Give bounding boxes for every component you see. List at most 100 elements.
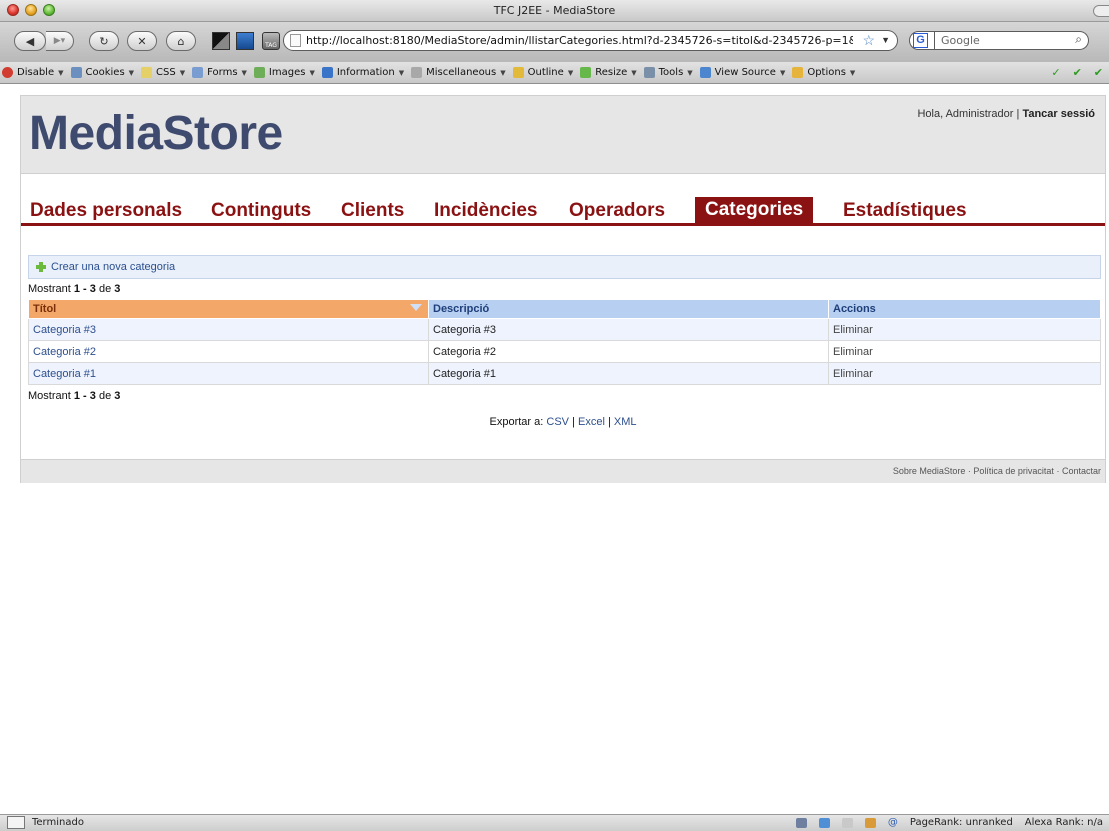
- tag-icon[interactable]: TAG: [262, 32, 280, 50]
- menu-item-5[interactable]: Operadors: [569, 199, 665, 223]
- table-row: Categoria #3 Categoria #3 Eliminar: [28, 318, 1101, 341]
- pagination-total: 3: [114, 390, 121, 402]
- address-bar[interactable]: http://localhost:8180/MediaStore/admin/l…: [283, 30, 898, 51]
- outline-icon: [512, 67, 524, 78]
- page-container: MediaStore Hola, Administrador | Tancar …: [20, 95, 1106, 483]
- wrench-icon[interactable]: [864, 817, 876, 828]
- sort-descending-icon: [410, 304, 422, 311]
- bookmark-sidebar-icon[interactable]: [236, 32, 254, 50]
- plus-icon: [36, 262, 46, 272]
- status-text: Terminado: [32, 817, 84, 828]
- disable-icon: [2, 67, 13, 78]
- cell-actions: Eliminar: [828, 318, 1101, 341]
- devbar-item-miscellaneous[interactable]: Miscellaneous ▼: [411, 67, 506, 78]
- category-title-link[interactable]: Categoria #2: [33, 346, 96, 358]
- create-category-link[interactable]: Crear una nova categoria: [51, 261, 175, 273]
- pagination-total: 3: [114, 283, 121, 295]
- history-dropdown-icon[interactable]: ▼: [881, 35, 890, 45]
- export-excel-link[interactable]: Excel: [578, 416, 605, 428]
- screen-icon[interactable]: [795, 817, 807, 828]
- user-greeting: Hola, Administrador | Tancar sessió: [917, 108, 1095, 120]
- menu-item-6[interactable]: Categories: [695, 197, 814, 223]
- reload-icon: ↻: [99, 34, 109, 48]
- greeting-separator: |: [1016, 108, 1020, 120]
- back-arrow-icon: ◀: [25, 34, 35, 48]
- export-csv-link[interactable]: CSV: [546, 416, 569, 428]
- devbar-item-forms[interactable]: Forms ▼: [192, 67, 247, 78]
- export-xml-link[interactable]: XML: [614, 416, 637, 428]
- grid-icon[interactable]: [818, 817, 830, 828]
- site-logo[interactable]: MediaStore: [29, 106, 283, 161]
- menu-item-1[interactable]: Dades personals: [30, 199, 182, 223]
- devbar-item-resize[interactable]: Resize ▼: [580, 67, 637, 78]
- devbar-item-disable[interactable]: Disable ▼: [2, 67, 64, 78]
- dropdown-arrow-icon: ▼: [398, 68, 405, 77]
- cell-description: Categoria #2: [428, 340, 829, 363]
- cell-actions: Eliminar: [828, 362, 1101, 385]
- forward-button[interactable]: ▶▾: [46, 31, 74, 51]
- search-engine-selector[interactable]: G: [909, 31, 935, 50]
- mail-icon[interactable]: [841, 817, 853, 828]
- delete-link[interactable]: Eliminar: [833, 368, 873, 380]
- forms-icon: [192, 67, 204, 78]
- pagerank-text: PageRank: unranked: [909, 817, 1013, 828]
- js-valid-icon[interactable]: ✔: [1094, 66, 1103, 79]
- column-header-title[interactable]: Títol: [28, 299, 429, 319]
- pagestyle-icon[interactable]: [212, 32, 230, 50]
- navigation-toolbar: ◀ ▶▾ ↻ ✕ ⌂ TAG http://localhost:8180/Med…: [0, 22, 1109, 62]
- logout-link[interactable]: Tancar sessió: [1022, 108, 1095, 120]
- column-header-description[interactable]: Descripció: [428, 299, 829, 319]
- menu-item-2[interactable]: Continguts: [211, 199, 311, 223]
- devbar-item-information[interactable]: Information ▼: [321, 67, 405, 78]
- category-title-link[interactable]: Categoria #3: [33, 324, 96, 336]
- menu-item-7[interactable]: Estadístiques: [843, 199, 967, 223]
- devbar-item-label: Outline: [527, 67, 564, 78]
- delete-link[interactable]: Eliminar: [833, 346, 873, 358]
- status-indicator-icon: [7, 816, 25, 829]
- about-link[interactable]: Sobre MediaStore: [893, 466, 966, 476]
- cell-actions: Eliminar: [828, 340, 1101, 363]
- toolbar-toggle-button[interactable]: [1093, 5, 1109, 17]
- search-icon[interactable]: ⌕: [1075, 32, 1082, 47]
- menu-item-4[interactable]: Incidències: [434, 199, 538, 223]
- devbar-item-images[interactable]: Images ▼: [253, 67, 315, 78]
- bookmark-star-icon[interactable]: ☆: [862, 32, 875, 49]
- options-icon: [792, 67, 804, 78]
- stop-button[interactable]: ✕: [127, 31, 157, 51]
- page-document-icon: [290, 34, 301, 47]
- html-valid-icon[interactable]: ✔: [1073, 66, 1082, 79]
- page-viewport: MediaStore Hola, Administrador | Tancar …: [0, 85, 1109, 812]
- table-header-row: Títol Descripció Accions: [28, 299, 1101, 319]
- css-valid-icon[interactable]: ✓: [1051, 66, 1060, 79]
- pagination-prefix: Mostrant: [28, 390, 71, 402]
- devbar-item-cookies[interactable]: Cookies ▼: [70, 67, 134, 78]
- back-button[interactable]: ◀: [14, 31, 46, 51]
- at-icon[interactable]: @: [888, 817, 898, 828]
- cookies-icon: [70, 67, 82, 78]
- contact-link[interactable]: Contactar: [1062, 466, 1101, 476]
- cell-description: Categoria #1: [428, 362, 829, 385]
- category-title-link[interactable]: Categoria #1: [33, 368, 96, 380]
- url-input[interactable]: http://localhost:8180/MediaStore/admin/l…: [306, 34, 853, 47]
- google-icon: G: [913, 33, 928, 48]
- devbar-item-outline[interactable]: Outline ▼: [512, 67, 573, 78]
- pagination-dash: -: [83, 390, 87, 402]
- forward-arrow-icon: ▶▾: [53, 36, 66, 46]
- menu-item-3[interactable]: Clients: [341, 199, 404, 223]
- devbar-item-label: CSS: [156, 67, 176, 78]
- footer-separator: ·: [967, 466, 971, 476]
- delete-link[interactable]: Eliminar: [833, 324, 873, 336]
- devbar-item-css[interactable]: CSS ▼: [141, 67, 185, 78]
- devbar-item-options[interactable]: Options ▼: [792, 67, 855, 78]
- devbar-item-view-source[interactable]: View Source ▼: [699, 67, 785, 78]
- categories-table: Títol Descripció Accions Categoria #3 Ca…: [28, 299, 1101, 385]
- cell-title: Categoria #1: [28, 362, 429, 385]
- reload-button[interactable]: ↻: [89, 31, 119, 51]
- view-source-icon: [699, 67, 711, 78]
- devbar-item-tools[interactable]: Tools ▼: [643, 67, 693, 78]
- window-titlebar: TFC J2EE - MediaStore: [0, 0, 1109, 22]
- footer-separator: ·: [1056, 466, 1060, 476]
- search-input[interactable]: Google ⌕: [935, 31, 1089, 50]
- privacy-link[interactable]: Política de privacitat: [973, 466, 1054, 476]
- home-button[interactable]: ⌂: [166, 31, 196, 51]
